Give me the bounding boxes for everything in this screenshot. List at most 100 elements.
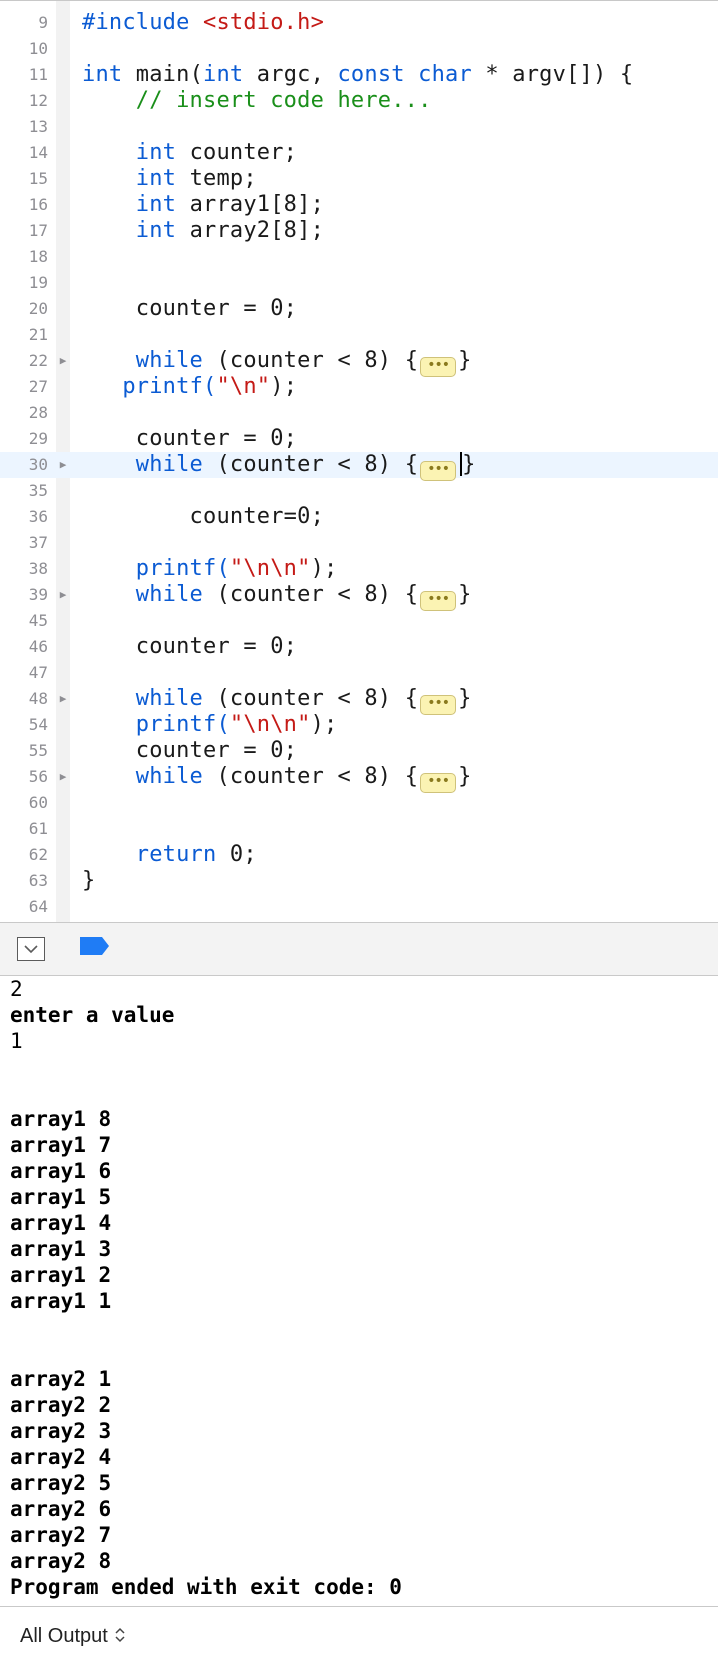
- code-line[interactable]: 63}: [0, 868, 718, 894]
- code-line[interactable]: 45: [0, 608, 718, 634]
- code-lines[interactable]: 9 #include <stdio.h> 10 11 int main(int argc…: [0, 10, 718, 920]
- code-line[interactable]: 39 ▶ while (counter < 8) {•••}: [0, 582, 718, 611]
- code-text: printf("\n");: [82, 374, 297, 400]
- fold-disclosure-icon[interactable]: ▶: [57, 764, 69, 790]
- code-token: while: [135, 348, 204, 373]
- console-line: array1 3: [10, 1237, 112, 1261]
- line-number: 19: [28, 273, 48, 292]
- code-line[interactable]: 55 counter = 0;: [0, 738, 718, 764]
- code-line[interactable]: 15 int temp;: [0, 166, 718, 192]
- code-line[interactable]: 18: [0, 244, 718, 270]
- code-line[interactable]: 21: [0, 322, 718, 348]
- code-line[interactable]: 22 ▶ while (counter < 8) {•••}: [0, 348, 718, 377]
- output-filter-dropdown[interactable]: All Output: [20, 1625, 126, 1648]
- line-number: 30: [28, 455, 48, 474]
- code-token: printf(: [135, 712, 230, 737]
- code-line[interactable]: 46 counter = 0;: [0, 634, 718, 660]
- code-line[interactable]: 11 int main(int argc, const char * argv[]…: [0, 62, 718, 88]
- code-line[interactable]: 14 int counter;: [0, 140, 718, 166]
- code-line[interactable]: 62 return 0;: [0, 842, 718, 868]
- code-token: while: [135, 686, 204, 711]
- line-number: 62: [28, 845, 48, 864]
- code-token: counter = 0;: [82, 296, 298, 321]
- code-line[interactable]: 30 ▶ while (counter < 8) {•••}: [0, 452, 718, 481]
- code-line[interactable]: 47: [0, 660, 718, 686]
- code-line[interactable]: 61: [0, 816, 718, 842]
- line-number: 35: [28, 481, 48, 500]
- code-line[interactable]: 13: [0, 114, 718, 140]
- code-text: }: [82, 868, 95, 894]
- code-token: int: [135, 166, 177, 191]
- code-token: "\n\n": [229, 712, 311, 737]
- fold-disclosure-icon[interactable]: ▶: [57, 686, 69, 712]
- code-text: int temp;: [82, 166, 257, 192]
- console-line: array1 7: [10, 1133, 112, 1157]
- code-line[interactable]: 56 ▶ while (counter < 8) {•••}: [0, 764, 718, 793]
- code-line[interactable]: 29 counter = 0;: [0, 426, 718, 452]
- line-number: 16: [28, 195, 48, 214]
- console-output[interactable]: 2 enter a value 1 array1 8 array1 7 array1 6a…: [0, 976, 718, 1606]
- code-line[interactable]: 19: [0, 270, 718, 296]
- console-line: array2 7: [10, 1523, 112, 1547]
- code-token: return: [135, 842, 217, 867]
- code-token: "\n\n": [229, 556, 311, 581]
- fold-disclosure-icon[interactable]: ▶: [57, 452, 69, 478]
- code-line[interactable]: 37: [0, 530, 718, 556]
- code-line[interactable]: 17 int array2[8];: [0, 218, 718, 244]
- code-token: }: [458, 348, 472, 373]
- code-line[interactable]: 27 printf("\n");: [0, 374, 718, 400]
- code-line[interactable]: 38 printf("\n\n");: [0, 556, 718, 582]
- code-line[interactable]: 36 counter=0;: [0, 504, 718, 530]
- code-text: counter = 0;: [82, 738, 297, 764]
- line-number: 29: [28, 429, 48, 448]
- code-token: }: [82, 868, 96, 893]
- line-number: 61: [28, 819, 48, 838]
- code-text: return 0;: [82, 842, 257, 868]
- console-line: array1 1: [10, 1289, 112, 1313]
- line-number: 12: [28, 91, 48, 110]
- code-line[interactable]: 60: [0, 790, 718, 816]
- code-line[interactable]: 12 // insert code here...: [0, 88, 718, 114]
- code-token: main(: [122, 62, 204, 87]
- code-token: }: [458, 686, 472, 711]
- line-number: 47: [28, 663, 48, 682]
- code-token: counter = 0;: [82, 634, 298, 659]
- code-line[interactable]: 28: [0, 400, 718, 426]
- breakpoints-toggle-button[interactable]: [80, 937, 110, 959]
- code-line[interactable]: 64: [0, 894, 718, 920]
- fold-disclosure-icon[interactable]: ▶: [57, 348, 69, 374]
- code-line[interactable]: 48 ▶ while (counter < 8) {•••}: [0, 686, 718, 715]
- fold-disclosure-icon[interactable]: ▶: [57, 582, 69, 608]
- line-number: 48: [28, 689, 48, 708]
- hide-debug-area-button[interactable]: [17, 937, 45, 961]
- line-number: 28: [28, 403, 48, 422]
- code-token: const: [337, 62, 405, 87]
- code-line[interactable]: 16 int array1[8];: [0, 192, 718, 218]
- line-number: 14: [28, 143, 48, 162]
- code-editor[interactable]: 9 #include <stdio.h> 10 11 int main(int argc…: [0, 0, 718, 922]
- line-number: 15: [28, 169, 48, 188]
- code-text: printf("\n\n");: [82, 712, 337, 738]
- code-text: printf("\n\n");: [82, 556, 337, 582]
- code-line[interactable]: 35: [0, 478, 718, 504]
- code-token: counter = 0;: [82, 738, 298, 763]
- code-token: * argv[]) {: [471, 62, 634, 87]
- code-token: while: [135, 764, 204, 789]
- code-token: 0;: [216, 842, 257, 867]
- console-line: array1 5: [10, 1185, 112, 1209]
- code-line[interactable]: 20 counter = 0;: [0, 296, 718, 322]
- code-line[interactable]: 54 printf("\n\n");: [0, 712, 718, 738]
- code-text: #include <stdio.h>: [82, 10, 324, 36]
- code-line[interactable]: 9 #include <stdio.h>: [0, 10, 718, 36]
- line-number: 55: [28, 741, 48, 760]
- line-number: 13: [28, 117, 48, 136]
- code-line[interactable]: 10: [0, 36, 718, 62]
- line-number: 27: [28, 377, 48, 396]
